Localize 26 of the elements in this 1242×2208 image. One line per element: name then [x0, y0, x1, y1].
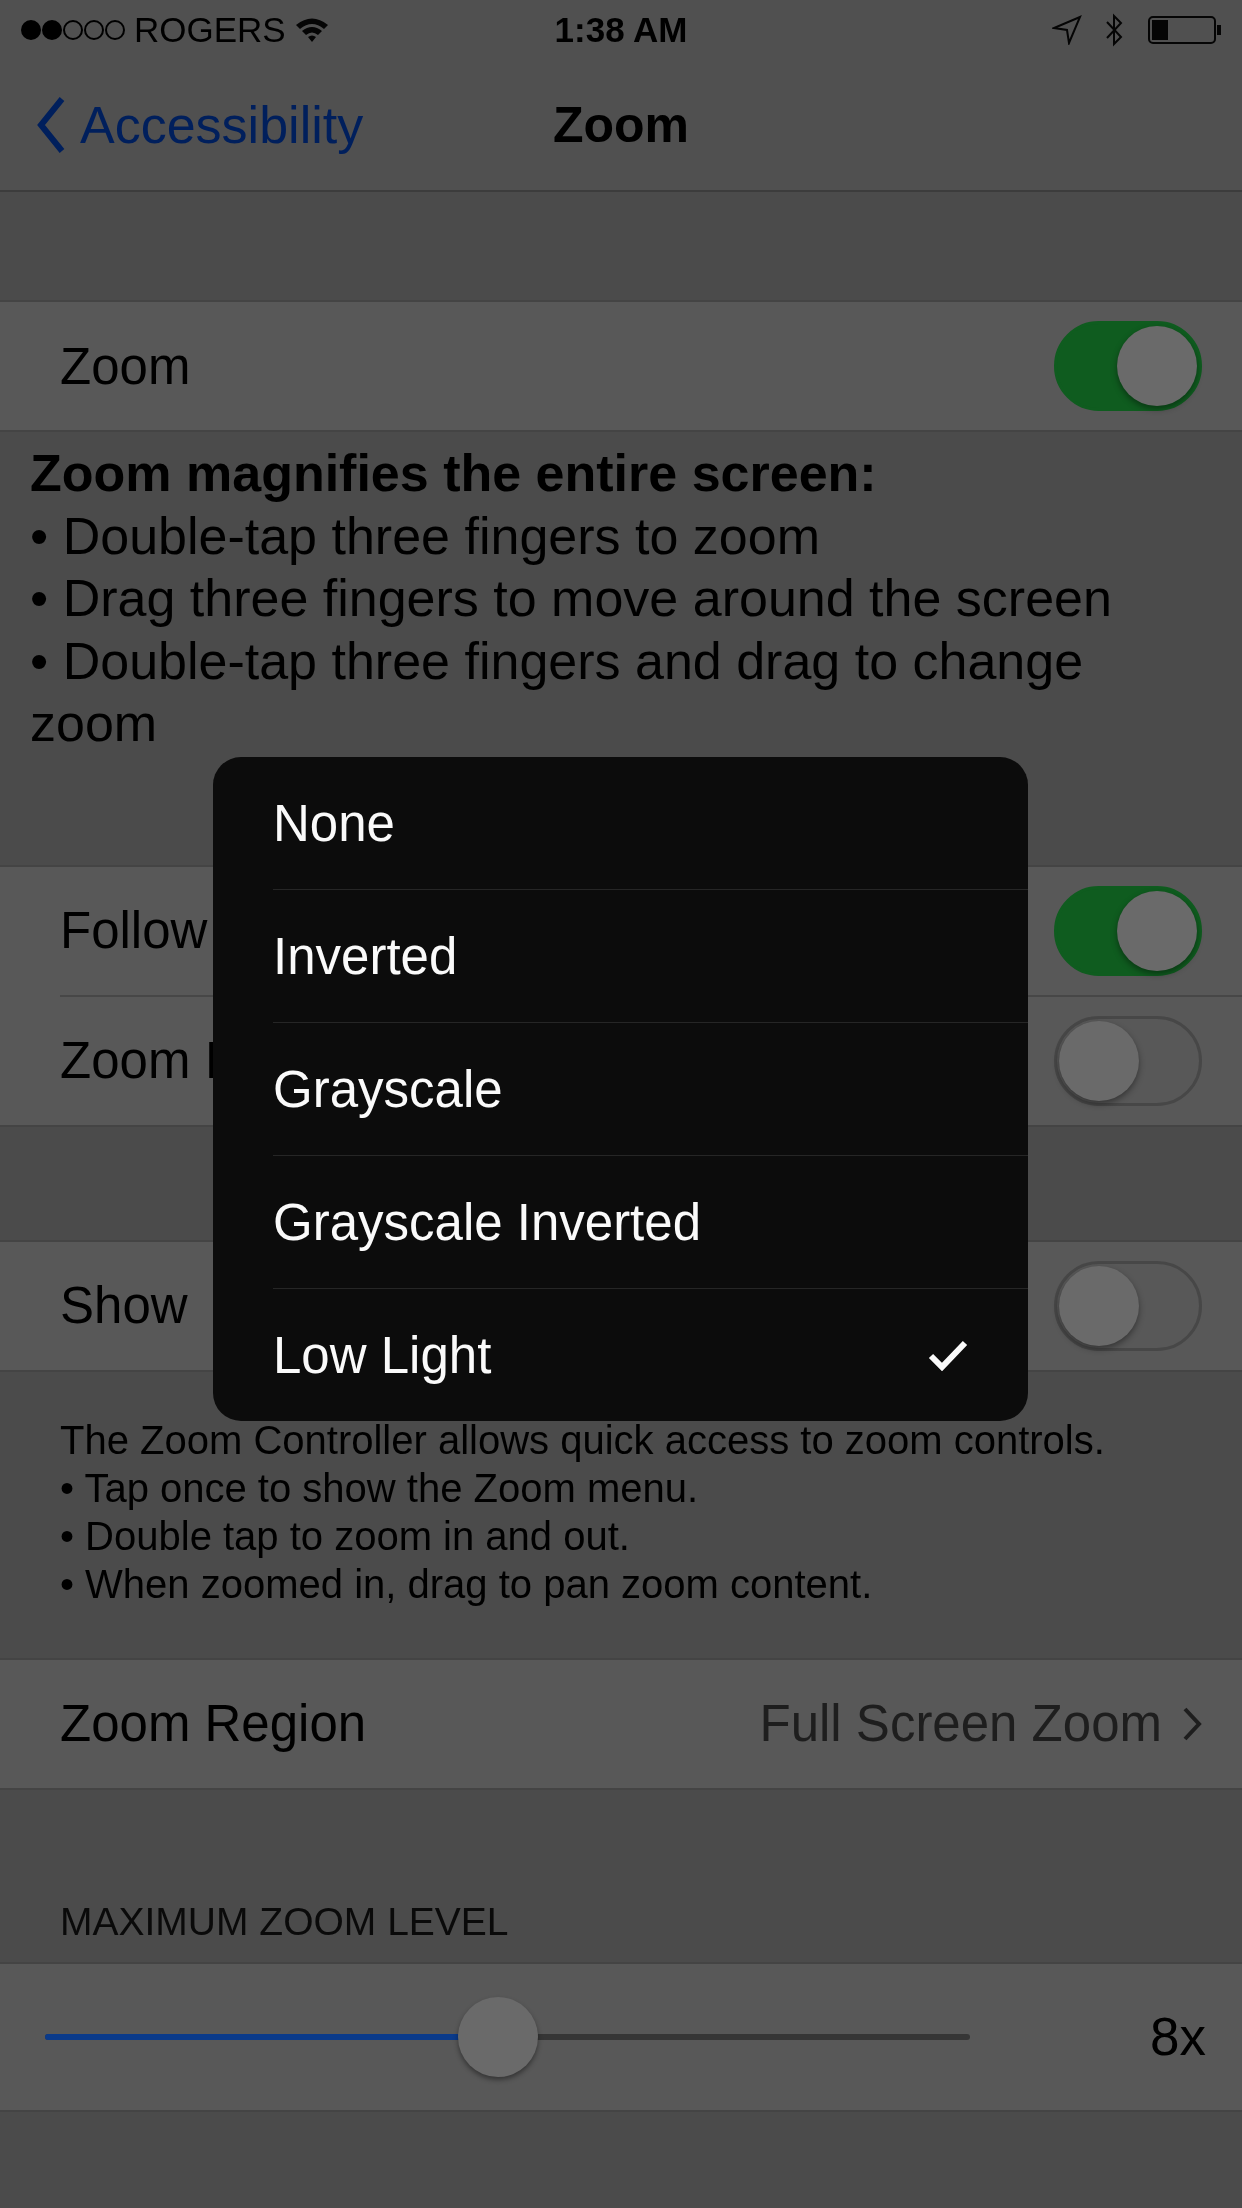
menu-item[interactable]: Inverted: [273, 889, 1028, 1022]
footer-text: • Tap once to show the Zoom menu.: [60, 1464, 699, 1512]
setting-label: Zoom: [60, 336, 191, 396]
footer-bullet: • Drag three fingers to move around the screen: [30, 568, 1112, 629]
menu-item[interactable]: None: [273, 757, 1028, 889]
chevron-right-icon: [1182, 1705, 1202, 1742]
back-chevron-icon: [36, 96, 66, 154]
menu-item[interactable]: Grayscale: [273, 1022, 1028, 1155]
footer-text: • Double tap to zoom in and out.: [60, 1512, 630, 1560]
carrier-name: ROGERS: [134, 10, 286, 50]
footer-bullet: • Double-tap three fingers and drag to change zoom: [30, 630, 1085, 754]
battery-icon: [1148, 15, 1222, 45]
zoom-level-value: 8x: [1150, 2006, 1206, 2067]
signal-icon: [20, 18, 126, 42]
menu-item[interactable]: Grayscale Inverted: [273, 1155, 1028, 1288]
clock-time: 1:38 AM: [554, 10, 688, 50]
setting-value: Full Screen Zoom: [759, 1694, 1162, 1753]
menu-item[interactable]: Low Light: [273, 1288, 1028, 1421]
setting-label: Show: [60, 1276, 188, 1335]
location-arrow-icon: [1052, 15, 1082, 45]
footer-text: • When zoomed in, drag to pan zoom content.: [60, 1560, 873, 1608]
footer-heading: Zoom magnifies the entire screen:: [30, 443, 877, 504]
page-title: Zoom: [552, 96, 690, 154]
footer-bullet: • Double-tap three fingers to zoom: [30, 505, 820, 567]
section-header: MAXIMUM ZOOM LEVEL: [59, 1898, 510, 1945]
setting-label: Follow: [60, 901, 208, 960]
